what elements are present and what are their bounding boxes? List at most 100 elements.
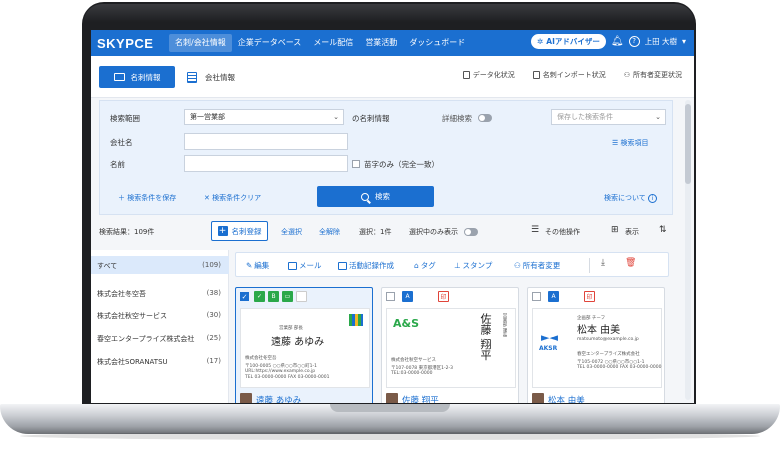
company-input[interactable] [184, 133, 348, 150]
create-activity-label: 活動記録作成 [349, 261, 394, 270]
card-image: 営業部 部長 遠藤 あゆみ 株式会社冬空吾 〒100-0005 ○○県○○市○○… [240, 308, 370, 388]
grid-icon[interactable]: ⊞ [611, 225, 619, 235]
chevron-down-icon: ⌄ [655, 113, 661, 121]
bc-name: 松本 由美 [577, 325, 621, 336]
scope-select[interactable]: 第一営業部 ⌄ [184, 109, 344, 125]
other-ops-button[interactable]: その他操作 [545, 227, 580, 237]
user-name[interactable]: 上田 大樹 [645, 36, 677, 47]
rank-badge: A [548, 291, 559, 302]
card-checkbox[interactable]: ✓ [240, 292, 249, 301]
bc-url: URL:https://www.example.co.jp [245, 369, 316, 374]
tag-button[interactable]: ⌂ タグ [414, 260, 436, 271]
saved-conditions-placeholder: 保存した検索条件 [557, 113, 613, 121]
nav-item-activity[interactable]: 営業活動 [359, 34, 403, 52]
card-owner-name: 遠藤 あゆみ [256, 396, 302, 403]
card-footer: 佐藤 翔平 [386, 392, 516, 403]
owner-status-label: 所有者変更状況 [633, 71, 682, 79]
saved-conditions-select[interactable]: 保存した検索条件 ⌄ [551, 109, 666, 125]
card-header: A 印 [528, 288, 664, 304]
card-footer: 遠藤 あゆみ [240, 392, 370, 403]
selected-count: 選択：1件 [359, 228, 392, 236]
detail-search-label: 詳細検索 [442, 114, 472, 123]
bell-icon[interactable]: 🔔︎ [611, 36, 624, 47]
import-status-link[interactable]: 名刺インポート状況 [532, 70, 606, 80]
chevron-down-icon: ⌄ [333, 113, 339, 121]
scrollbar-thumb[interactable] [685, 104, 691, 184]
import-icon [532, 71, 540, 79]
surname-only-checkbox[interactable] [352, 160, 360, 168]
tab-company-info-label: 会社情報 [205, 72, 235, 82]
chevron-down-icon[interactable]: ▾ [682, 37, 686, 46]
mail-icon [288, 261, 297, 270]
change-owner-button[interactable]: ⚇ 所有者変更 [514, 260, 560, 271]
tab-card-info[interactable]: 名刺情報 [99, 66, 175, 88]
company-label: 会社名 [110, 138, 133, 147]
stamp-button[interactable]: ⊥ スタンプ [454, 260, 492, 271]
card-checkbox[interactable] [386, 292, 395, 301]
business-card-tile[interactable]: ✓ ✓ B ▭ 営業部 部長 遠藤 あゆみ 株式会社冬空吾 〒100-0005 … [235, 287, 373, 403]
laptop-notch [330, 404, 450, 412]
save-conditions-link[interactable]: ＋ 検索条件を保存 [118, 193, 176, 203]
search-button[interactable]: 検索 [317, 186, 434, 207]
about-search-link[interactable]: 検索について i [604, 193, 657, 203]
info-icon: i [647, 194, 657, 203]
sidebar-item-haruzora[interactable]: 春空エンタープライズ株式会社 (25) [91, 329, 229, 347]
bc-title: 営業部 部長 [279, 326, 303, 331]
sort-icon[interactable]: ⇅ [659, 225, 667, 235]
card-checkbox[interactable] [532, 292, 541, 301]
nav-item-cards[interactable]: 名刺/会社情報 [169, 34, 232, 52]
owner-status-link[interactable]: ⚇ 所有者変更状況 [624, 70, 682, 80]
detail-search-toggle[interactable] [478, 114, 492, 122]
deselect-all-link[interactable]: 全解除 [319, 227, 340, 237]
mail-button[interactable]: メール [288, 260, 322, 271]
rank-badge: A [402, 291, 413, 302]
nav-item-mail[interactable]: メール配信 [307, 34, 359, 52]
trash-icon[interactable]: 🗑︎ [625, 258, 636, 268]
card-image: A&S 佐藤 翔平 営業部 課長 株式会社秋空サービス 〒107-0078 東京… [386, 308, 516, 388]
scope-value: 第一営業部 [190, 113, 225, 121]
clear-conditions-link[interactable]: ✕ 検索条件クリア [204, 193, 261, 203]
plus-icon: + [217, 226, 228, 236]
sidebar-item-all[interactable]: すべて (109) [91, 256, 229, 274]
data-status-link[interactable]: データ化状況 [462, 70, 515, 80]
nav-item-company-db[interactable]: 企業データベース [232, 34, 308, 52]
business-card-tile[interactable]: A 印 ►◄ AKSR 企画部 チーフ 松本 由美 matsumoto@exam… [527, 287, 665, 403]
download-icon[interactable]: ⤓ [601, 258, 605, 268]
name-input[interactable] [184, 155, 348, 172]
company-filter-sidebar: すべて (109) 株式会社冬空吾 (38) 株式会社秋空サービス (30) 春… [91, 250, 229, 403]
help-icon[interactable]: ? [628, 36, 640, 47]
tab-company-info[interactable]: 会社情報 [187, 66, 235, 88]
sidebar-item-soranatsu[interactable]: 株式会社SORANATSU (17) [91, 352, 229, 370]
edit-button[interactable]: ✎ 編集 [246, 260, 269, 271]
gear-icon: ✲ [536, 37, 544, 46]
app-screen: SKYPCE 名刺/会社情報 企業データベース メール配信 営業活動 ダッシュボ… [91, 30, 694, 403]
search-items-link[interactable]: ☰ 検索項目 [612, 138, 649, 148]
ai-advisor-button[interactable]: ✲ AIアドバイザー [530, 34, 606, 49]
register-card-button[interactable]: + 名刺登録 [211, 221, 268, 241]
sidebar-item-akizora[interactable]: 株式会社秋空サービス (30) [91, 306, 229, 324]
select-all-link[interactable]: 全選択 [281, 227, 302, 237]
stamp-icon: ⊥ [454, 261, 461, 270]
card-badge-icon: ▭ [282, 291, 293, 302]
register-card-label: 名刺登録 [231, 226, 262, 236]
sub-nav: 名刺情報 会社情報 データ化状況 名刺インポート状況 ⚇ 所有者変更状況 [91, 56, 694, 98]
display-button[interactable]: 表示 [625, 227, 639, 237]
card-icon [113, 73, 125, 81]
edit-label: 編集 [254, 261, 270, 270]
search-items-label: 検索項目 [620, 139, 649, 147]
sidebar-item-label: 春空エンタープライズ株式会社 [97, 335, 195, 343]
pencil-icon: ✎ [246, 261, 253, 270]
sidebar-item-fuyuzora[interactable]: 株式会社冬空吾 (38) [91, 284, 229, 302]
create-activity-button[interactable]: 活動記録作成 [338, 260, 394, 271]
show-selected-toggle[interactable] [464, 228, 478, 236]
nav-item-dashboard[interactable]: ダッシュボード [403, 34, 471, 52]
business-card-tile[interactable]: A 印 A&S 佐藤 翔平 営業部 課長 株式会社秋空サービス 〒107-007… [381, 287, 519, 403]
scope-label: 検索範囲 [110, 114, 140, 123]
database-icon [462, 71, 470, 79]
bc-title: 営業部 課長 [502, 313, 507, 337]
bc-name: 佐藤 翔平 [479, 313, 492, 361]
menu-icon[interactable]: ☰ [531, 225, 539, 235]
change-owner-label: 所有者変更 [522, 261, 561, 270]
results-bar: 検索結果：109件 + 名刺登録 全選択 全解除 選択：1件 選択中のみ表示 ☰… [91, 218, 694, 244]
sidebar-item-count: (38) [206, 289, 221, 297]
